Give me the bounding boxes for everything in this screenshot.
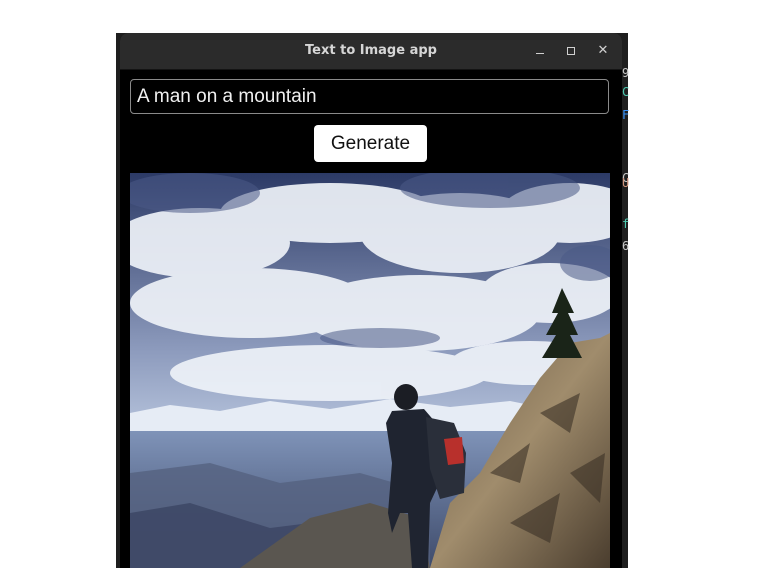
maximize-button[interactable] [561, 41, 581, 61]
generate-button[interactable]: Generate [314, 125, 427, 162]
app-window: Text to Image app ✕ Generate [120, 33, 622, 568]
minimize-icon [536, 53, 544, 54]
background-glyph: C [622, 85, 630, 99]
generated-image-picture [130, 173, 610, 568]
window-titlebar[interactable]: Text to Image app ✕ [120, 33, 622, 70]
background-glyph: f [622, 217, 630, 231]
background-glyph: 9 [622, 66, 630, 80]
background-glyph: F [622, 108, 630, 122]
background-glyph: U [622, 176, 630, 190]
desktop: 9 C F C U f 6 Text to Image app ✕ Genera… [0, 0, 772, 568]
generated-image [130, 173, 610, 568]
maximize-icon [567, 47, 575, 55]
minimize-button[interactable] [530, 41, 550, 61]
close-button[interactable]: ✕ [593, 41, 613, 61]
close-icon: ✕ [597, 43, 609, 58]
background-glyph: 6 [622, 239, 630, 253]
prompt-input[interactable] [130, 79, 609, 114]
